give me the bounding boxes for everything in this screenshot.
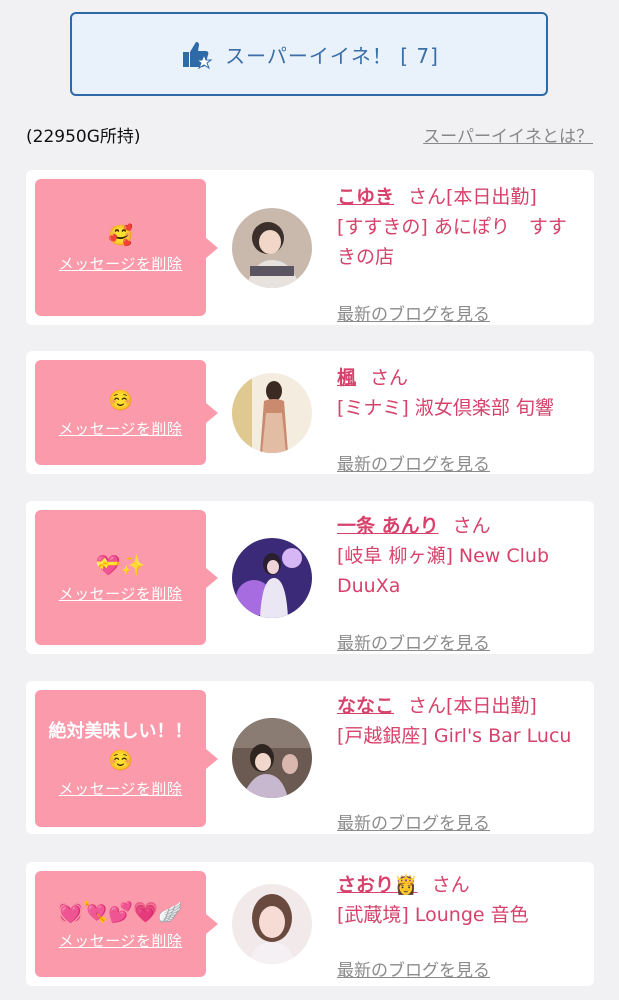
shop-name: [武蔵境] Lounge 音色: [337, 904, 529, 926]
message-bubble: 🥰 メッセージを削除: [35, 179, 218, 316]
avatar[interactable]: [232, 718, 312, 798]
message-emoji: 🥰: [108, 223, 133, 247]
avatar[interactable]: [232, 373, 312, 453]
latest-blog-link[interactable]: 最新のブログを見る: [337, 809, 490, 834]
super-like-button[interactable]: スーパーイイネ！ [ 7]: [70, 12, 548, 96]
message-bubble: ☺️ メッセージを削除: [35, 360, 218, 465]
cast-name-link[interactable]: さおり👸: [337, 874, 418, 896]
cast-name-link[interactable]: 楓: [337, 367, 356, 389]
cast-suffix: さん[本日出勤]: [408, 186, 537, 208]
list-item: 絶対美味しい！！ ☺️ メッセージを削除 ななこ さん[本日出勤] [戸越銀座] …: [26, 681, 594, 834]
latest-blog-link[interactable]: 最新のブログを見る: [337, 629, 490, 654]
cast-info: 楓さん [ミナミ] 淑女倶楽部 旬響 最新のブログを見る: [337, 363, 584, 475]
shop-name: [戸越銀座] Girl's Bar Lucu: [337, 725, 572, 747]
cast-info: 一条 あんり さん [岐阜 柳ヶ瀬] New Club DuuXa 最新のブログを…: [337, 511, 584, 654]
cast-name-link[interactable]: こゆき: [337, 186, 394, 208]
delete-message-link[interactable]: メッセージを削除: [59, 418, 183, 439]
cast-info: ななこ さん[本日出勤] [戸越銀座] Girl's Bar Lucu 最新のブロ…: [337, 691, 584, 834]
cast-info: さおり👸 さん [武蔵境] Lounge 音色 最新のブログを見る: [337, 870, 584, 981]
avatar[interactable]: [232, 208, 312, 288]
latest-blog-link[interactable]: 最新のブログを見る: [337, 450, 490, 475]
owned-points: (22950G所持): [26, 127, 141, 147]
cast-info: こゆき さん[本日出勤] [すすきの] あにぽり すすきの店 最新のブログを見る: [337, 182, 584, 325]
list-item: ☺️ メッセージを削除 楓さん [ミナミ] 淑女倶楽部 旬響 最新のブログを見る: [26, 351, 594, 475]
message-emoji: ☺️: [108, 388, 133, 412]
shop-name: [ミナミ] 淑女倶楽部 旬響: [337, 397, 554, 419]
message-bubble: 絶対美味しい！！ ☺️ メッセージを削除: [35, 690, 218, 827]
about-super-like-link[interactable]: スーパーイイネとは？: [423, 122, 593, 147]
cast-name-link[interactable]: 一条 あんり: [337, 515, 439, 537]
avatar[interactable]: [232, 538, 312, 618]
latest-blog-link[interactable]: 最新のブログを見る: [337, 956, 490, 981]
avatar[interactable]: [232, 884, 312, 964]
list-item: 🥰 メッセージを削除 こゆき さん[本日出勤] [すすきの] あにぽり すすきの店…: [26, 170, 594, 325]
message-bubble: 💝✨ メッセージを削除: [35, 510, 218, 645]
delete-message-link[interactable]: メッセージを削除: [59, 253, 183, 274]
super-like-label: スーパーイイネ！ [ 7]: [225, 43, 439, 68]
list-item: 💓💘💕💗🪽 メッセージを削除 さおり👸 さん [武蔵境] Lounge 音色 最新…: [26, 862, 594, 986]
cast-name-link[interactable]: ななこ: [337, 695, 394, 717]
message-emoji: 💝✨: [95, 553, 146, 577]
delete-message-link[interactable]: メッセージを削除: [59, 930, 183, 951]
delete-message-link[interactable]: メッセージを削除: [59, 778, 183, 799]
thumbs-up-star-icon: [183, 42, 213, 70]
message-emoji: ☺️: [108, 748, 133, 772]
shop-name: [すすきの] あにぽり すすきの店: [337, 216, 567, 268]
cast-suffix: さん: [370, 367, 409, 389]
shop-name: [岐阜 柳ヶ瀬] New Club DuuXa: [337, 545, 550, 597]
delete-message-link[interactable]: メッセージを削除: [59, 583, 183, 604]
latest-blog-link[interactable]: 最新のブログを見る: [337, 300, 490, 325]
cast-suffix: さん: [452, 515, 491, 537]
cast-suffix: さん[本日出勤]: [408, 695, 537, 717]
message-bubble: 💓💘💕💗🪽 メッセージを削除: [35, 871, 218, 977]
message-text: 絶対美味しい！！: [48, 721, 193, 742]
cast-suffix: さん: [431, 874, 470, 896]
list-item: 💝✨ メッセージを削除 一条 あんり さん [岐阜 柳ヶ瀬] New Club D…: [26, 501, 594, 654]
message-emoji: 💓💘💕💗🪽: [58, 899, 183, 924]
